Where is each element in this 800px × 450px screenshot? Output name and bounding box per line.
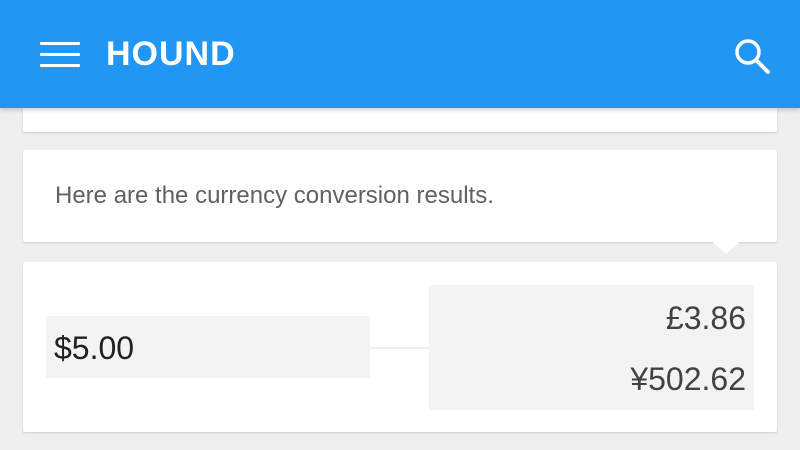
- app-title: HOUND: [106, 35, 236, 73]
- source-amount: $5.00: [54, 330, 135, 366]
- source-amount-box: $5.00: [46, 316, 370, 378]
- response-message: Here are the currency conversion results…: [55, 182, 494, 209]
- message-card-pointer: [710, 240, 742, 254]
- response-message-card: Here are the currency conversion results…: [23, 150, 777, 242]
- menu-button[interactable]: [36, 34, 84, 74]
- conversion-result-card: $5.00 £3.86 ¥502.62: [23, 262, 777, 432]
- search-icon: [735, 39, 770, 74]
- conversion-connector: [370, 347, 429, 349]
- converted-amount-gbp: £3.86: [665, 300, 746, 336]
- hamburger-menu-icon: [40, 42, 80, 45]
- converted-amount-jpy: ¥502.62: [630, 361, 746, 397]
- search-button[interactable]: [728, 32, 776, 80]
- converted-amounts-box: £3.86 ¥502.62: [429, 285, 754, 410]
- app-bar: HOUND: [0, 0, 800, 108]
